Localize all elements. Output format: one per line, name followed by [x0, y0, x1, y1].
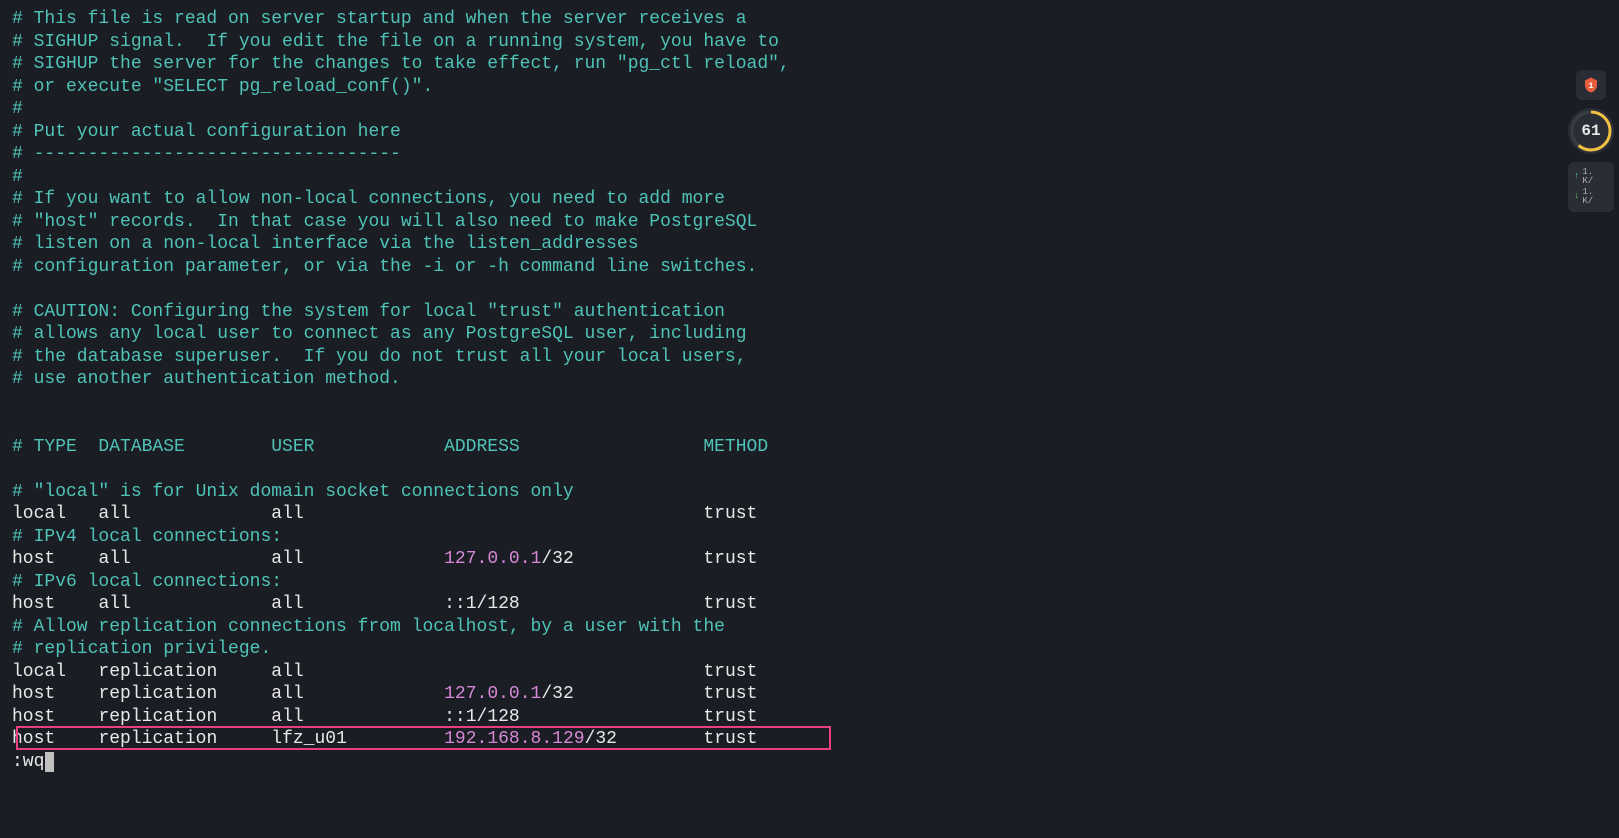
config-rule: host replication all 127.0.0.1/32 trust: [12, 683, 1611, 706]
config-rule: host replication all ::1/128 trust: [12, 706, 1611, 729]
comment-line: # SIGHUP signal. If you edit the file on…: [12, 31, 1611, 54]
comment-line: # Allow replication connections from loc…: [12, 616, 1611, 639]
config-rule: host all all ::1/128 trust: [12, 593, 1611, 616]
vim-command-line[interactable]: :wq: [12, 751, 1611, 774]
shield-icon: 1: [1582, 75, 1600, 95]
blank-line: [12, 391, 1611, 414]
system-monitor-panel: 1 61 ↑ 1. K/ ↓ 1. K/: [1563, 70, 1619, 212]
terminal-editor[interactable]: # This file is read on server startup an…: [8, 8, 1611, 773]
svg-text:1: 1: [1589, 82, 1594, 91]
comment-line: # SIGHUP the server for the changes to t…: [12, 53, 1611, 76]
blank-line: [12, 413, 1611, 436]
performance-score-badge[interactable]: 61: [1568, 108, 1614, 154]
comment-line: #: [12, 98, 1611, 121]
comment-line: # allows any local user to connect as an…: [12, 323, 1611, 346]
blank-line: [12, 278, 1611, 301]
comment-line: # Put your actual configuration here: [12, 121, 1611, 144]
config-rule: local all all trust: [12, 503, 1611, 526]
config-rule-highlighted: host replication lfz_u01 192.168.8.129/3…: [12, 728, 1611, 751]
security-shield-badge[interactable]: 1: [1576, 70, 1606, 100]
cursor-icon: [45, 752, 54, 772]
config-header: # TYPE DATABASE USER ADDRESS METHOD: [12, 436, 1611, 459]
arrow-up-icon: ↑: [1574, 171, 1579, 182]
comment-line: # ----------------------------------: [12, 143, 1611, 166]
comment-line: # If you want to allow non-local connect…: [12, 188, 1611, 211]
arrow-down-icon: ↓: [1574, 191, 1579, 202]
comment-line: # listen on a non-local interface via th…: [12, 233, 1611, 256]
comment-line: # replication privilege.: [12, 638, 1611, 661]
comment-line: # This file is read on server startup an…: [12, 8, 1611, 31]
comment-line: #: [12, 166, 1611, 189]
comment-line: # use another authentication method.: [12, 368, 1611, 391]
comment-line: # the database superuser. If you do not …: [12, 346, 1611, 369]
comment-line: # "host" records. In that case you will …: [12, 211, 1611, 234]
config-rule: host all all 127.0.0.1/32 trust: [12, 548, 1611, 571]
blank-line: [12, 458, 1611, 481]
config-rule: local replication all trust: [12, 661, 1611, 684]
comment-line: # IPv4 local connections:: [12, 526, 1611, 549]
comment-line: # CAUTION: Configuring the system for lo…: [12, 301, 1611, 324]
comment-line: # "local" is for Unix domain socket conn…: [12, 481, 1611, 504]
comment-line: # configuration parameter, or via the -i…: [12, 256, 1611, 279]
performance-score-value: 61: [1581, 121, 1600, 141]
network-stats-panel[interactable]: ↑ 1. K/ ↓ 1. K/: [1568, 162, 1614, 212]
comment-line: # IPv6 local connections:: [12, 571, 1611, 594]
network-download-row: ↓ 1. K/: [1574, 188, 1608, 206]
comment-line: # or execute "SELECT pg_reload_conf()".: [12, 76, 1611, 99]
network-upload-row: ↑ 1. K/: [1574, 168, 1608, 186]
